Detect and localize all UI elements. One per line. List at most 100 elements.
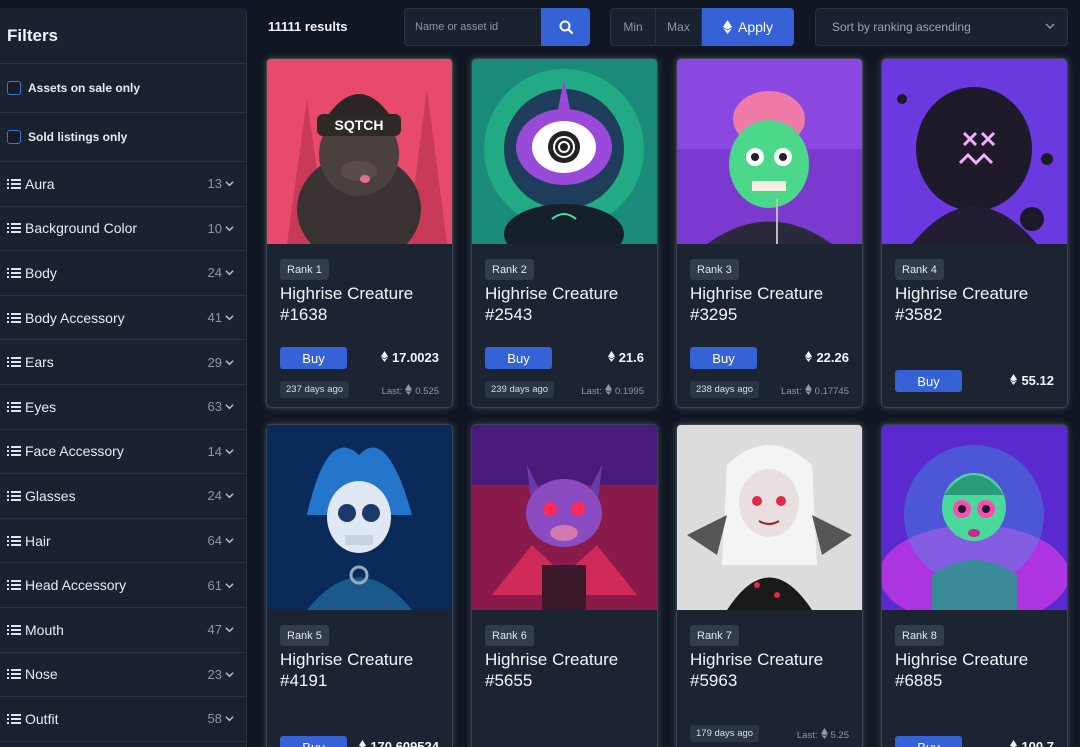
attribute-label: Glasses xyxy=(25,487,76,504)
checkbox[interactable] xyxy=(7,130,21,144)
last-sale: Last: 0.1995 xyxy=(581,384,644,398)
max-price-input[interactable]: Max xyxy=(655,8,702,46)
asset-name[interactable]: Highrise Creature #3582 xyxy=(895,283,1060,325)
attribute-filter-eyes[interactable]: Eyes 63 xyxy=(0,385,246,430)
asset-image[interactable] xyxy=(882,59,1067,244)
rank-badge: Rank 4 xyxy=(895,259,944,280)
asset-card[interactable]: SQTCH Rank 1 Highrise Creature #1638 Buy 17.… xyxy=(267,59,452,407)
asset-name[interactable]: Highrise Creature #1638 xyxy=(280,283,445,325)
eth-icon xyxy=(607,350,615,365)
buy-button[interactable]: Buy xyxy=(280,347,347,369)
attribute-count: 63 xyxy=(207,399,222,415)
price-value: 22.26 xyxy=(816,350,849,365)
filter-sold-listings-only[interactable]: Sold listings only xyxy=(0,113,246,162)
attribute-label: Head Accessory xyxy=(25,577,127,594)
attribute-count: 24 xyxy=(207,488,222,504)
search-input[interactable] xyxy=(404,8,541,46)
sort-select[interactable]: Sort by ranking ascending xyxy=(815,8,1068,46)
asset-card[interactable]: Rank 6 Highrise Creature #5655 xyxy=(472,425,657,747)
eth-icon xyxy=(820,728,828,742)
buy-button[interactable]: Buy xyxy=(280,736,347,747)
asset-card[interactable]: Rank 3 Highrise Creature #3295 Buy 22.26 238… xyxy=(677,59,862,407)
checkbox[interactable] xyxy=(7,81,21,95)
attribute-label: Outfit xyxy=(25,710,59,727)
list-icon xyxy=(7,624,21,636)
asset-name[interactable]: Highrise Creature #5963 xyxy=(690,649,855,691)
eth-icon xyxy=(804,384,812,398)
chevron-down-icon xyxy=(225,538,234,544)
asset-image[interactable] xyxy=(472,425,657,610)
attribute-count: 10 xyxy=(207,220,222,236)
chevron-down-icon xyxy=(225,716,234,722)
attribute-filter-body[interactable]: Body 24 xyxy=(0,251,246,296)
chevron-down-icon xyxy=(225,672,234,678)
attribute-count: 41 xyxy=(207,310,222,326)
listed-time-badge: 239 days ago xyxy=(485,381,555,398)
min-placeholder: Min xyxy=(623,20,643,34)
list-icon xyxy=(7,535,21,547)
list-icon xyxy=(7,579,21,591)
buy-button[interactable]: Buy xyxy=(485,347,552,369)
price-value: 55.12 xyxy=(1021,373,1054,388)
asset-card[interactable]: Rank 7 Highrise Creature #5963 179 days ag… xyxy=(677,425,862,747)
results-count: 11111 results xyxy=(268,19,348,34)
attribute-count: 29 xyxy=(207,354,222,370)
asset-card[interactable]: Rank 8 Highrise Creature #6885 Buy 100.7 xyxy=(882,425,1067,747)
buy-button[interactable]: Buy xyxy=(895,736,962,747)
asset-image[interactable] xyxy=(882,425,1067,610)
asset-image[interactable] xyxy=(472,59,657,244)
eth-icon xyxy=(359,739,367,747)
asset-image[interactable]: SQTCH xyxy=(267,59,452,244)
min-price-input[interactable]: Min xyxy=(610,8,656,46)
listed-time-badge: 179 days ago xyxy=(690,725,760,742)
attribute-label: Mouth xyxy=(25,621,64,638)
list-icon xyxy=(7,356,21,368)
attribute-filter-background-color[interactable]: Background Color 10 xyxy=(0,207,246,252)
attribute-filter-head-accessory[interactable]: Head Accessory 61 xyxy=(0,563,246,608)
asset-image[interactable] xyxy=(677,59,862,244)
asset-name[interactable]: Highrise Creature #5655 xyxy=(485,649,650,691)
chevron-down-icon xyxy=(1045,23,1055,30)
eth-icon xyxy=(805,350,813,365)
asset-name[interactable]: Highrise Creature #6885 xyxy=(895,649,1060,691)
search-button[interactable] xyxy=(541,8,590,46)
list-icon xyxy=(7,668,21,680)
chevron-down-icon xyxy=(225,627,234,633)
rank-badge: Rank 7 xyxy=(690,625,739,646)
asset-image[interactable] xyxy=(677,425,862,610)
attribute-filter-mouth[interactable]: Mouth 47 xyxy=(0,608,246,653)
eth-icon xyxy=(1010,739,1018,747)
filter-on-sale-only[interactable]: Assets on sale only xyxy=(0,64,246,113)
apply-button[interactable]: Apply xyxy=(702,8,794,46)
list-icon xyxy=(7,312,21,324)
chevron-down-icon xyxy=(225,315,234,321)
attribute-filter-hair[interactable]: Hair 64 xyxy=(0,519,246,564)
asset-image[interactable] xyxy=(267,425,452,610)
asset-name[interactable]: Highrise Creature #3295 xyxy=(690,283,855,325)
asset-card[interactable]: Rank 2 Highrise Creature #2543 Buy 21.6 239 … xyxy=(472,59,657,407)
attribute-filter-glasses[interactable]: Glasses 24 xyxy=(0,474,246,519)
buy-button[interactable]: Buy xyxy=(690,347,757,369)
attribute-filter-aura[interactable]: Aura 13 xyxy=(0,162,246,207)
last-sale: Last: 0.525 xyxy=(382,384,439,398)
asset-name[interactable]: Highrise Creature #2543 xyxy=(485,283,650,325)
attribute-filter-ears[interactable]: Ears 29 xyxy=(0,340,246,385)
listed-time-badge: 237 days ago xyxy=(280,381,350,398)
attribute-label: Body xyxy=(25,264,57,281)
attribute-filter-face-accessory[interactable]: Face Accessory 14 xyxy=(0,430,246,475)
asset-card[interactable]: Rank 5 Highrise Creature #4191 Buy 170.6095… xyxy=(267,425,452,747)
asset-name[interactable]: Highrise Creature #4191 xyxy=(280,649,445,691)
price: 170.609524 xyxy=(359,739,439,747)
list-icon xyxy=(7,490,21,502)
attribute-filter-nose[interactable]: Nose 23 xyxy=(0,653,246,698)
attribute-count: 47 xyxy=(207,622,222,638)
buy-button[interactable]: Buy xyxy=(895,370,962,392)
asset-card[interactable]: Rank 4 Highrise Creature #3582 Buy 55.12 xyxy=(882,59,1067,407)
attribute-label: Body Accessory xyxy=(25,309,125,326)
last-sale-value: 0.1995 xyxy=(614,385,644,397)
attribute-filter-body-accessory[interactable]: Body Accessory 41 xyxy=(0,296,246,341)
attribute-filter-outfit[interactable]: Outfit 58 xyxy=(0,697,246,742)
checkbox-label: Assets on sale only xyxy=(28,81,141,95)
attribute-label: Ears xyxy=(25,354,54,371)
last-sale-label: Last: xyxy=(581,385,602,397)
